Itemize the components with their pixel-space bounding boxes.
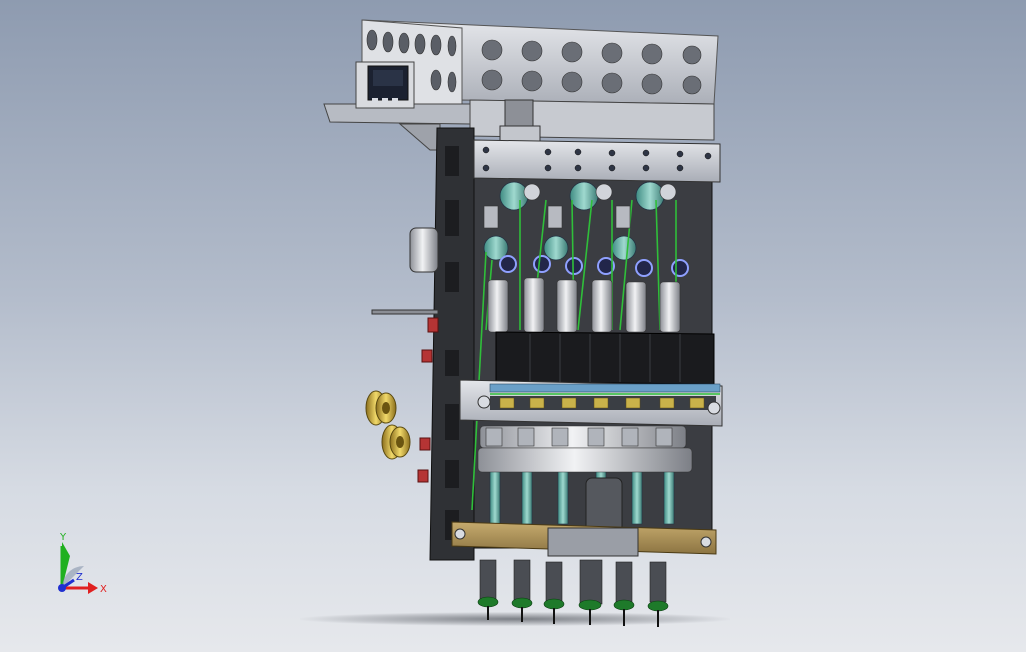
valve-block	[495, 331, 715, 385]
middle-crossbeam	[459, 379, 723, 427]
perforated-top-plate	[361, 19, 719, 109]
center-motor	[585, 477, 623, 533]
upper-crossbeam	[473, 139, 721, 183]
x-axis-label: X	[100, 584, 107, 595]
y-axis-label: Y	[59, 532, 67, 543]
nozzle-row	[477, 559, 669, 627]
cad-model[interactable]	[0, 0, 1026, 652]
z-axis-label: Z	[76, 572, 83, 583]
spare-pulleys	[365, 390, 411, 460]
3d-viewport[interactable]: Y X Z	[0, 0, 1026, 652]
coordinate-triad: Y X Z	[58, 532, 107, 595]
side-motor	[409, 227, 439, 273]
